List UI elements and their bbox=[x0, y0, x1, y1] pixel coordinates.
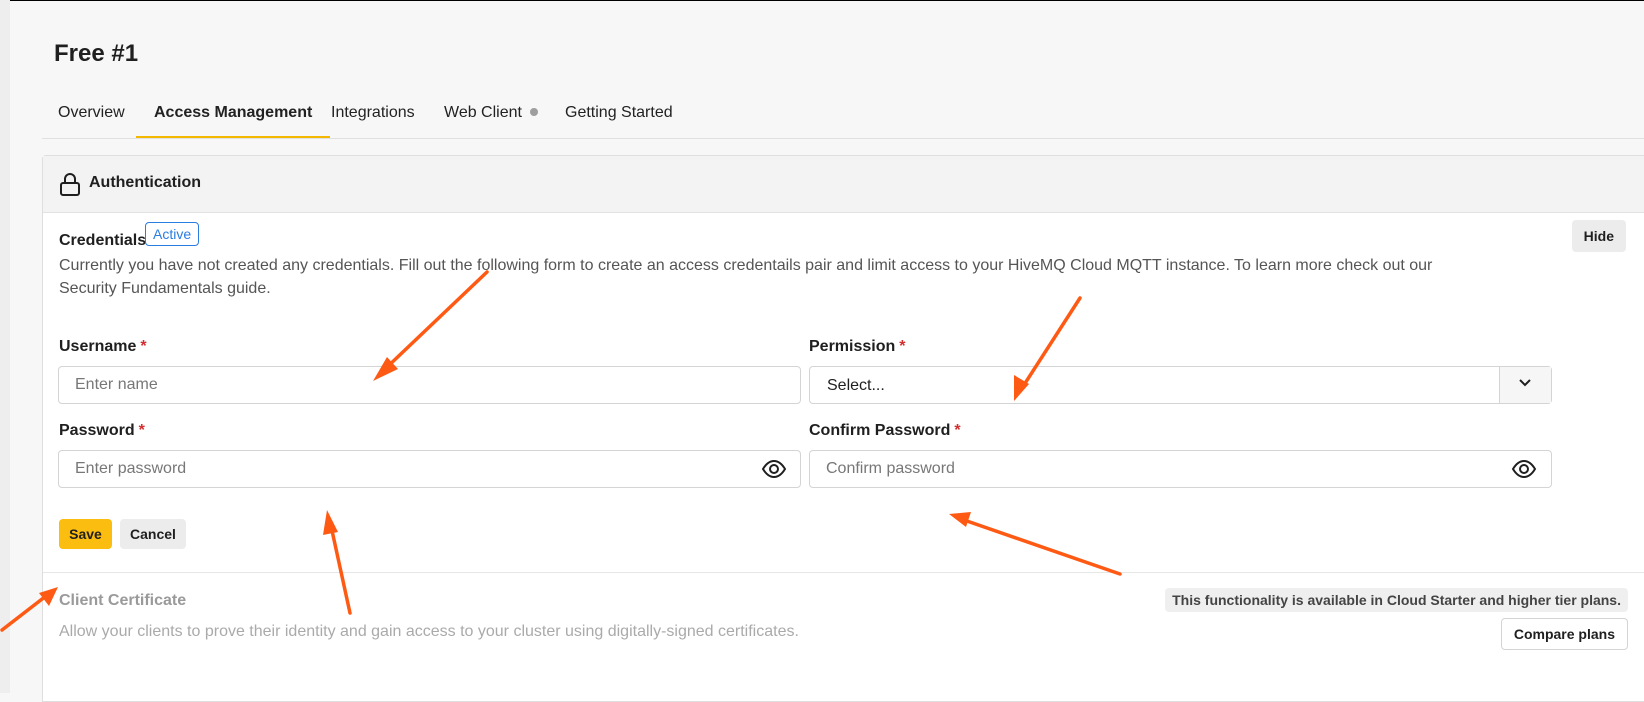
confirm-password-input[interactable] bbox=[809, 450, 1552, 488]
username-input[interactable] bbox=[58, 366, 801, 404]
tab-bar: Overview Access Management Integrations … bbox=[42, 96, 1644, 139]
credentials-description: Currently you have not created any crede… bbox=[59, 257, 1433, 297]
password-label-text: Password bbox=[59, 422, 135, 439]
save-button[interactable]: Save bbox=[59, 519, 112, 549]
tab-label: Overview bbox=[58, 104, 125, 121]
left-sidebar-edge bbox=[0, 0, 10, 693]
select-toggle[interactable] bbox=[1499, 367, 1551, 403]
confirm-password-label-text: Confirm Password bbox=[809, 422, 951, 439]
required-mark: * bbox=[899, 338, 906, 355]
confirm-password-label: Confirm Password * bbox=[809, 422, 961, 440]
eye-icon[interactable] bbox=[1511, 456, 1537, 482]
status-dot-icon bbox=[529, 107, 538, 116]
username-label-text: Username bbox=[59, 338, 137, 355]
tab-label: Web Client bbox=[444, 104, 522, 121]
tab-label: Access Management bbox=[154, 104, 313, 121]
credentials-title: Credentials bbox=[59, 232, 147, 249]
required-mark: * bbox=[138, 422, 145, 439]
username-label: Username * bbox=[59, 338, 147, 356]
tab-overview[interactable]: Overview bbox=[58, 96, 125, 138]
status-badge: Active bbox=[145, 222, 200, 246]
tab-label: Integrations bbox=[331, 104, 415, 121]
cancel-button[interactable]: Cancel bbox=[120, 519, 186, 549]
compare-plans-button[interactable]: Compare plans bbox=[1500, 618, 1628, 650]
eye-icon[interactable] bbox=[761, 456, 787, 482]
section-divider bbox=[43, 572, 1644, 573]
required-mark: * bbox=[140, 338, 147, 355]
password-label: Password * bbox=[59, 422, 145, 440]
permission-label-text: Permission bbox=[809, 338, 896, 355]
required-mark: * bbox=[954, 422, 961, 439]
client-certificate-description: Allow your clients to prove their identi… bbox=[59, 623, 799, 640]
tab-getting-started[interactable]: Getting Started bbox=[565, 96, 673, 138]
page-title: Free #1 bbox=[54, 40, 139, 67]
hide-button[interactable]: Hide bbox=[1571, 220, 1626, 252]
chevron-down-icon bbox=[1519, 379, 1531, 387]
plan-availability-badge: This functionality is available in Cloud… bbox=[1165, 588, 1628, 612]
tab-access-management[interactable]: Access Management bbox=[136, 96, 331, 138]
password-input[interactable] bbox=[58, 450, 801, 488]
tab-web-client[interactable]: Web Client bbox=[444, 96, 538, 138]
permission-select[interactable]: Select... bbox=[809, 366, 1552, 404]
panel-header: Authentication bbox=[43, 156, 1644, 213]
tab-label: Getting Started bbox=[565, 104, 673, 121]
permission-selected-value: Select... bbox=[827, 377, 885, 394]
window-top-border bbox=[0, 0, 1644, 1]
panel-title: Authentication bbox=[89, 174, 201, 191]
authentication-panel: Authentication Credentials Active Hide C… bbox=[42, 155, 1644, 702]
tab-integrations[interactable]: Integrations bbox=[331, 96, 415, 138]
lock-icon bbox=[59, 172, 81, 201]
client-certificate-title: Client Certificate bbox=[59, 592, 187, 609]
permission-label: Permission * bbox=[809, 338, 906, 356]
